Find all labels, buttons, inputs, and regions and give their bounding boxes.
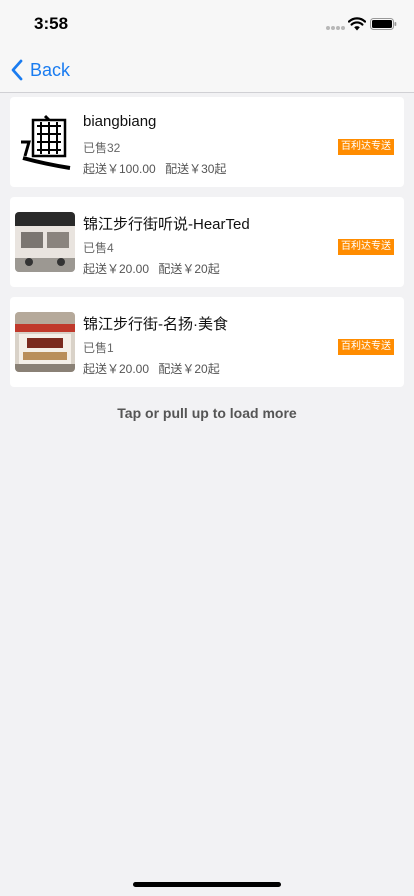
- min-order-amount: 起送￥20.00: [83, 262, 150, 276]
- store-card[interactable]: 锦江步行街听说-HearTed 已售4 起送￥20.00 配送￥20起 百利达专…: [10, 197, 404, 287]
- wifi-icon: [348, 17, 366, 31]
- store-thumbnail: [15, 212, 75, 272]
- store-sold-count: 已售1: [83, 341, 114, 355]
- delivery-fee: 配送￥20起: [158, 262, 220, 276]
- store-card[interactable]: biangbiang 已售32 起送￥100.00 配送￥30起 百利达专送: [10, 97, 404, 187]
- status-bar: 3:58: [0, 0, 414, 48]
- cellular-signal-icon: [326, 26, 346, 31]
- store-name: biangbiang: [83, 113, 157, 130]
- store-thumbnail: [15, 112, 75, 172]
- store-sold-count: 已售4: [83, 241, 114, 255]
- store-card[interactable]: 锦江步行街-名扬·美食 已售1 起送￥20.00 配送￥20起 百利达专送: [10, 297, 404, 387]
- store-list: biangbiang 已售32 起送￥100.00 配送￥30起 百利达专送 锦…: [10, 97, 404, 397]
- delivery-fee: 配送￥20起: [158, 362, 220, 376]
- store-delivery-info: 起送￥20.00 配送￥20起: [83, 260, 226, 277]
- battery-icon: [370, 18, 397, 30]
- store-name: 锦江步行街听说-HearTed: [83, 216, 250, 233]
- navigation-bar: Back: [0, 48, 414, 93]
- store-thumbnail: [15, 312, 75, 372]
- store-delivery-info: 起送￥20.00 配送￥20起: [83, 360, 226, 377]
- delivery-badge: 百利达专送: [338, 139, 394, 155]
- store-delivery-info: 起送￥100.00 配送￥30起: [83, 160, 232, 177]
- delivery-fee: 配送￥30起: [165, 162, 227, 176]
- store-name: 锦江步行街-名扬·美食: [83, 316, 228, 333]
- back-button[interactable]: Back: [10, 56, 70, 84]
- load-more-button[interactable]: Tap or pull up to load more: [0, 405, 414, 421]
- min-order-amount: 起送￥100.00: [83, 162, 156, 176]
- home-indicator: [133, 882, 281, 887]
- chevron-left-icon: [11, 59, 23, 81]
- back-label: Back: [30, 59, 71, 80]
- min-order-amount: 起送￥20.00: [83, 362, 150, 376]
- delivery-badge: 百利达专送: [338, 239, 394, 255]
- status-time: 3:58: [34, 14, 69, 33]
- delivery-badge: 百利达专送: [338, 339, 394, 355]
- store-sold-count: 已售32: [83, 141, 121, 155]
